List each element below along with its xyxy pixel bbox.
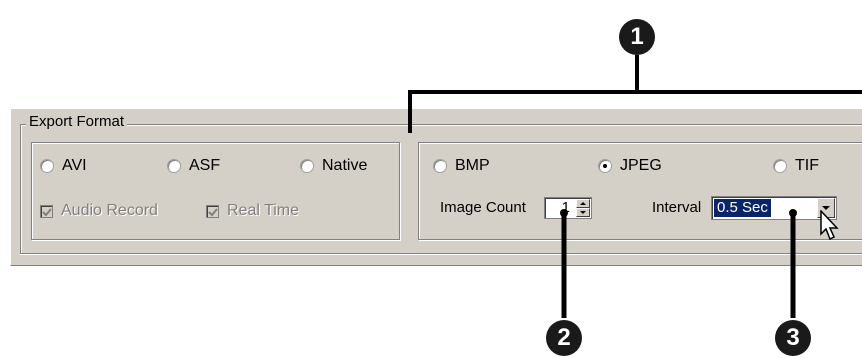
callout-pointer-dot: [560, 209, 568, 217]
callout-badge-3: 3: [775, 320, 811, 356]
callout-pointer-dot: [789, 209, 797, 217]
callout-badge-2: 2: [546, 320, 582, 356]
callout-badge-1: 1: [619, 19, 655, 55]
callout-lines: [408, 55, 862, 318]
